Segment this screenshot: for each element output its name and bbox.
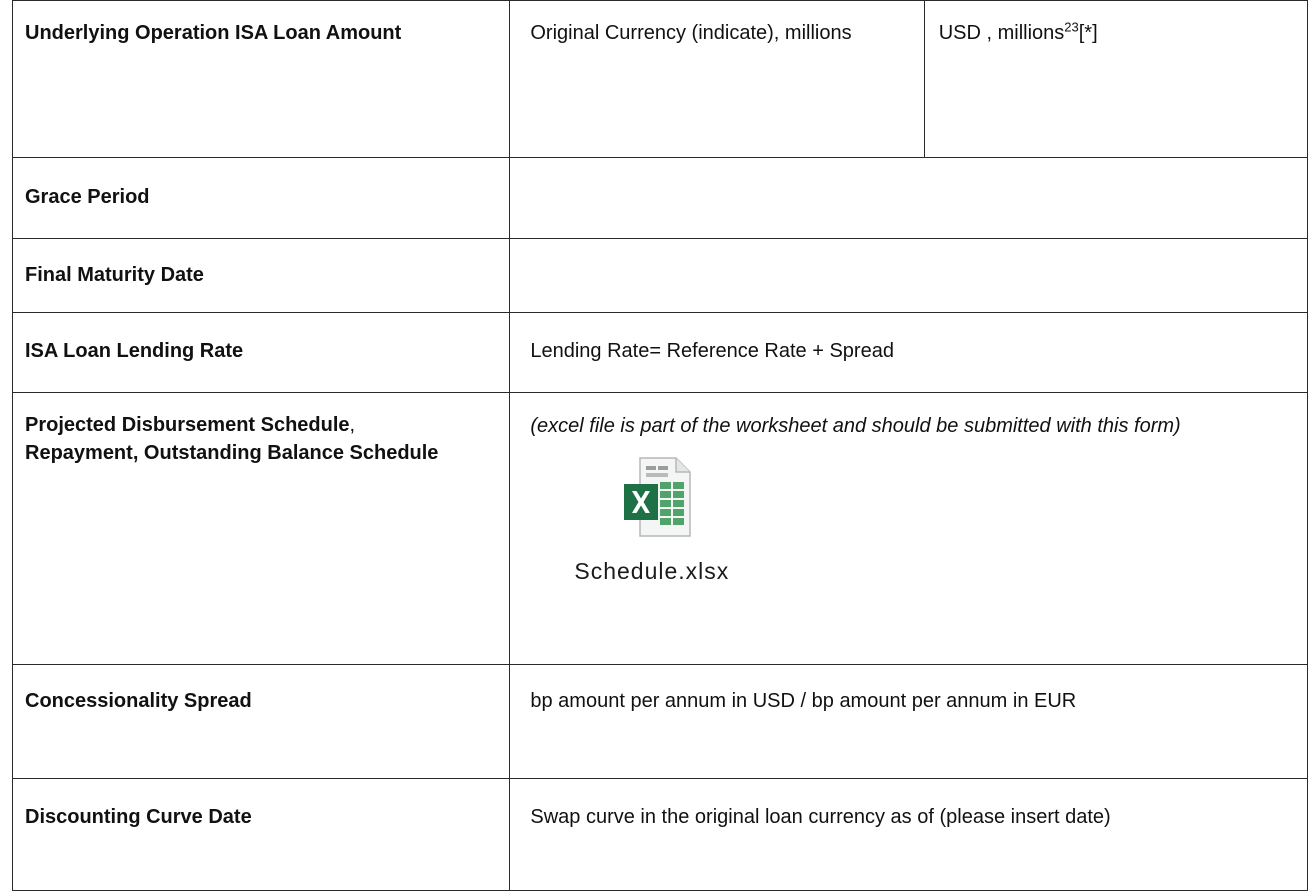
schedule-label-comma: , [349, 414, 356, 436]
row-schedule: Projected Disbursement Schedule, Repaymen… [11, 392, 1308, 665]
schedule-value-cell: (excel file is part of the worksheet and… [509, 392, 1308, 665]
concessionality-label-cell: Concessionality Spread [11, 664, 511, 779]
discounting-label-cell: Discounting Curve Date [11, 778, 511, 891]
lending-rate-value: Lending Rate= Reference Rate + Spread [530, 340, 894, 362]
usd-amount-field: USD , millions23[*] [925, 1, 1307, 47]
schedule-label-part1: Projected Disbursement Schedule [25, 414, 350, 436]
row-final-maturity: Final Maturity Date [11, 238, 1308, 313]
lending-rate-label-cell: ISA Loan Lending Rate [11, 312, 511, 393]
lending-rate-label: ISA Loan Lending Rate [25, 340, 244, 362]
final-maturity-value-cell[interactable] [509, 238, 1308, 313]
concessionality-label: Concessionality Spread [25, 690, 252, 712]
concessionality-value-cell[interactable]: bp amount per annum in USD / bp amount p… [509, 664, 1308, 779]
original-currency-field: Original Currency (indicate), millions [530, 22, 852, 44]
schedule-note: (excel file is part of the worksheet and… [530, 415, 1181, 437]
discounting-value-cell[interactable]: Swap curve in the original loan currency… [509, 778, 1308, 891]
loan-amount-label: Underlying Operation ISA Loan Amount [25, 22, 402, 44]
row-grace-period: Grace Period [11, 157, 1308, 239]
loan-amount-label-cell: Underlying Operation ISA Loan Amount [11, 0, 511, 158]
final-maturity-label: Final Maturity Date [25, 264, 204, 286]
attachment-filename: Schedule.xlsx [574, 558, 730, 584]
grace-period-value-cell[interactable] [509, 157, 1308, 239]
grace-period-value [510, 158, 1307, 176]
lending-rate-value-cell[interactable]: Lending Rate= Reference Rate + Spread [509, 312, 1308, 393]
schedule-label-part2: Repayment, Outstanding Balance Schedule [25, 442, 439, 464]
footnote-ref[interactable]: 23 [1064, 19, 1078, 34]
row-discounting: Discounting Curve Date Swap curve in the… [11, 778, 1308, 891]
excel-file-icon [624, 457, 692, 537]
schedule-attachment[interactable]: Schedule.xlsx [554, 456, 774, 586]
loan-terms-table: Underlying Operation ISA Loan Amount Ori… [11, 0, 1309, 891]
final-maturity-label-cell: Final Maturity Date [11, 238, 511, 313]
row-lending-rate: ISA Loan Lending Rate Lending Rate= Refe… [11, 312, 1308, 393]
grace-period-label: Grace Period [25, 186, 150, 208]
schedule-label-cell: Projected Disbursement Schedule, Repaymen… [11, 392, 511, 665]
final-maturity-value [510, 239, 1307, 257]
row-loan-amount: Underlying Operation ISA Loan Amount Ori… [11, 0, 1309, 158]
original-currency-cell[interactable]: Original Currency (indicate), millions [509, 0, 925, 158]
usd-amount-cell[interactable]: USD , millions23[*] [923, 0, 1309, 158]
discounting-value: Swap curve in the original loan currency… [530, 806, 1111, 828]
usd-placeholder: [*] [1078, 22, 1098, 44]
usd-amount-text: USD , millions [938, 22, 1065, 44]
row-concessionality: Concessionality Spread bp amount per ann… [11, 664, 1308, 779]
schedule-label: Projected Disbursement Schedule, Repaymen… [13, 393, 509, 467]
grace-period-label-cell: Grace Period [11, 157, 511, 239]
discounting-label: Discounting Curve Date [25, 806, 252, 828]
concessionality-value: bp amount per annum in USD / bp amount p… [530, 690, 1077, 712]
